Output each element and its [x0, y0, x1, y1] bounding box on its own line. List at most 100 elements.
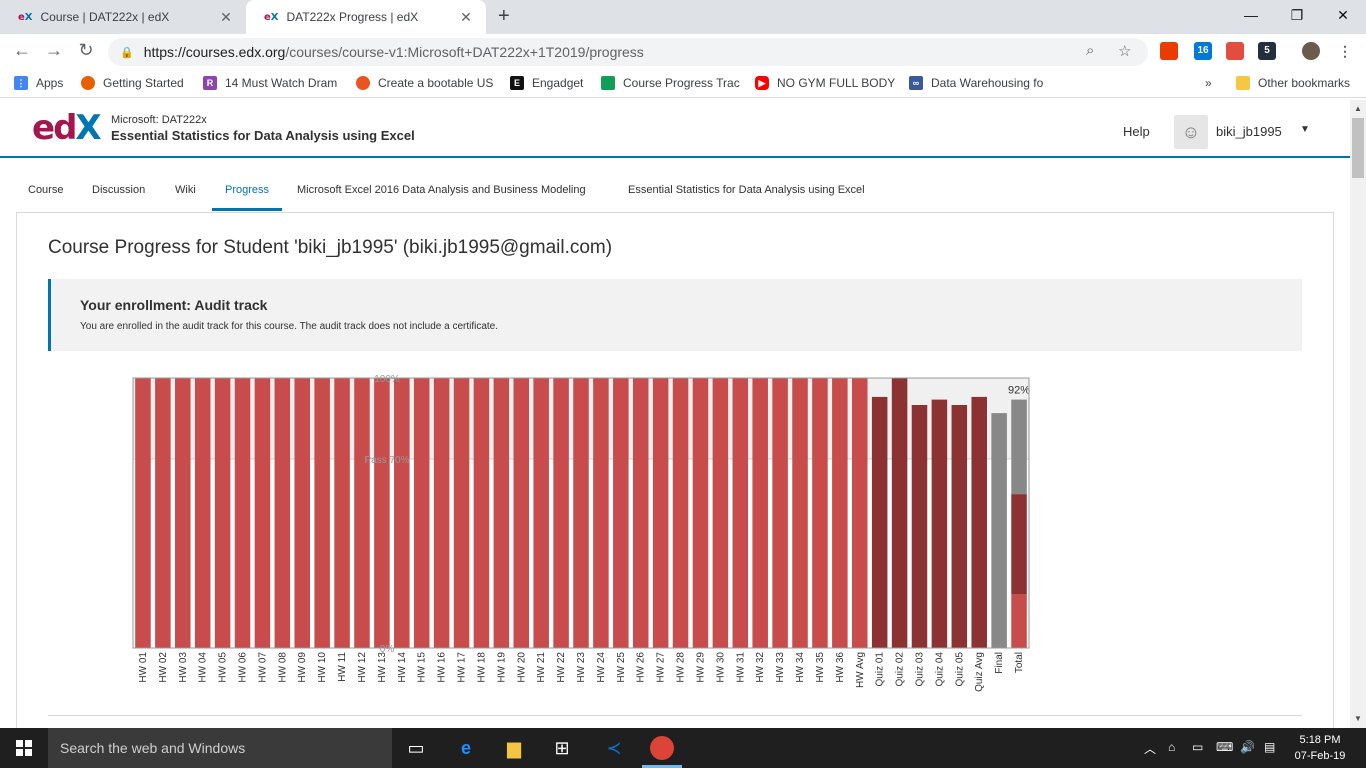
- tab-title: Course | DAT222x | edX: [40, 10, 170, 24]
- minimize-icon[interactable]: —: [1228, 0, 1274, 30]
- bar-hw: [354, 378, 370, 648]
- x-tick-label: HW 26: [636, 652, 647, 683]
- tab-progress[interactable]: Progress: [212, 172, 282, 211]
- bar-hw: [513, 378, 530, 648]
- bookmark-course-progress[interactable]: Course Progress Trac: [601, 76, 740, 90]
- notification-icon[interactable]: ▤: [1264, 740, 1275, 754]
- browser-tab-course[interactable]: eX Course | DAT222x | edX ✕: [0, 0, 246, 34]
- bookmark-label: 14 Must Watch Dram: [225, 76, 338, 90]
- tab-course[interactable]: Course: [28, 172, 63, 211]
- total-bar-segment: [1011, 399, 1027, 495]
- tray-chevron-icon[interactable]: ︿: [1144, 740, 1156, 757]
- back-arrow-icon[interactable]: ←: [10, 40, 34, 61]
- bar-hw: [772, 378, 788, 648]
- bar-hw: [394, 378, 410, 648]
- grade-chart: HW 01 HW 02 HW 03 HW 04 HW 05 HW 06 HW 07 HW 08…: [17, 363, 1117, 703]
- close-window-icon[interactable]: ✕: [1320, 0, 1366, 30]
- bookmark-engadget[interactable]: E Engadget: [510, 76, 583, 90]
- extension-p-icon[interactable]: 16: [1194, 42, 1212, 60]
- bar-hw: [692, 378, 709, 648]
- x-tick-label: HW 12: [357, 652, 368, 683]
- user-name[interactable]: biki_jb1995: [1216, 124, 1282, 139]
- tab-close-icon[interactable]: ✕: [458, 9, 474, 26]
- bookmark-apps[interactable]: ⋮ Apps: [14, 76, 63, 90]
- reload-icon[interactable]: ↻: [74, 40, 98, 61]
- windows-start-icon[interactable]: [0, 728, 48, 768]
- scroll-down-icon[interactable]: ▼: [1350, 714, 1366, 723]
- chevron-down-icon[interactable]: ▼: [1300, 124, 1310, 135]
- network-icon[interactable]: ⌂: [1168, 740, 1175, 754]
- chrome-icon[interactable]: [650, 736, 674, 760]
- amazon-icon[interactable]: 5: [1258, 42, 1276, 60]
- bar-hw: [155, 378, 171, 648]
- restore-icon[interactable]: ❐: [1274, 0, 1320, 30]
- forward-arrow-icon[interactable]: →: [42, 40, 66, 61]
- edx-favicon-icon: eX: [18, 11, 33, 23]
- bookmark-data-warehousing[interactable]: ∞ Data Warehousing fo: [909, 76, 1043, 90]
- edx-logo[interactable]: edX: [32, 110, 102, 146]
- profile-avatar-icon[interactable]: [1302, 42, 1320, 60]
- bar-hw: [413, 378, 430, 648]
- browser-tab-progress[interactable]: eX DAT222x Progress | edX ✕: [246, 0, 486, 34]
- edge-icon[interactable]: e: [454, 736, 478, 760]
- bookmark-bootable-usb[interactable]: Create a bootable US: [356, 76, 493, 90]
- x-tick-label: HW 19: [496, 652, 507, 683]
- pdf-icon[interactable]: [1226, 42, 1244, 60]
- battery-icon[interactable]: ▭: [1192, 740, 1203, 754]
- bookmark-label: Other bookmarks: [1258, 76, 1351, 90]
- office-icon[interactable]: [1160, 42, 1178, 60]
- bookmark-label: Course Progress Trac: [623, 76, 740, 90]
- bookmark-getting-started[interactable]: Getting Started: [81, 76, 184, 90]
- scroll-up-icon[interactable]: ▲: [1350, 104, 1366, 113]
- new-tab-plus-icon[interactable]: +: [498, 5, 510, 28]
- x-tick-label: HW 06: [238, 652, 249, 683]
- x-tick-label: HW 36: [835, 652, 846, 683]
- tab-essential-stats[interactable]: Essential Statistics for Data Analysis u…: [628, 172, 865, 211]
- vscode-icon[interactable]: ≺: [602, 736, 626, 760]
- x-tick-label: HW 07: [257, 652, 268, 683]
- bookmark-star-icon[interactable]: ☆: [1118, 42, 1131, 60]
- x-tick-label: HW 09: [297, 652, 308, 683]
- keyboard-icon[interactable]: ⌨: [1216, 740, 1233, 754]
- address-bar[interactable]: 🔒 https://courses.edx.org/courses/course…: [108, 38, 1148, 66]
- taskbar-search[interactable]: Search the web and Windows: [48, 728, 392, 768]
- x-tick-label: HW 27: [656, 652, 667, 683]
- taskbar-clock[interactable]: 5:18 PM 07-Feb-19: [1290, 732, 1350, 764]
- x-tick-label: Quiz 04: [934, 652, 945, 687]
- help-link[interactable]: Help: [1123, 124, 1150, 139]
- user-avatar[interactable]: ☺: [1174, 115, 1208, 149]
- task-view-icon[interactable]: ▭: [404, 736, 428, 760]
- bar-hw: [533, 378, 549, 648]
- bar-hw: [314, 378, 330, 648]
- tab-close-icon[interactable]: ✕: [218, 9, 234, 26]
- divider: [48, 715, 1302, 716]
- bar-hw: [593, 378, 609, 648]
- file-explorer-icon[interactable]: ▆: [502, 736, 526, 760]
- enrollment-banner: Your enrollment: Audit track You are enr…: [48, 279, 1302, 351]
- x-tick-label: HW 14: [397, 652, 408, 683]
- bookmark-label: Engadget: [532, 76, 584, 90]
- bar-quiz: [911, 405, 928, 648]
- tab-discussion[interactable]: Discussion: [92, 172, 145, 211]
- bar-hw: [851, 378, 868, 648]
- x-tick-label: HW 34: [795, 652, 806, 683]
- store-icon[interactable]: ⊞: [550, 736, 574, 760]
- bar-hw: [613, 378, 629, 648]
- tab-excel-2016[interactable]: Microsoft Excel 2016 Data Analysis and B…: [297, 172, 586, 211]
- bar-hw: [374, 378, 390, 648]
- page-scrollbar[interactable]: ▲ ▼: [1350, 100, 1366, 728]
- bookmarks-overflow-icon[interactable]: »: [1205, 76, 1212, 90]
- bookmark-must-watch[interactable]: R 14 Must Watch Dram: [203, 76, 337, 90]
- bookmark-no-gym[interactable]: ▶ NO GYM FULL BODY: [755, 76, 895, 90]
- apps-grid-icon: ⋮: [14, 76, 28, 90]
- zoom-search-icon[interactable]: ⌕: [1086, 42, 1094, 59]
- firefox-icon: [81, 76, 95, 90]
- tab-wiki[interactable]: Wiki: [175, 172, 196, 211]
- menu-kebab-icon[interactable]: ⋮: [1336, 42, 1354, 60]
- engadget-icon: E: [510, 76, 524, 90]
- course-name: Essential Statistics for Data Analysis u…: [111, 128, 415, 143]
- volume-icon[interactable]: 🔊: [1240, 740, 1255, 754]
- bookmark-other[interactable]: Other bookmarks: [1236, 76, 1350, 90]
- scroll-thumb[interactable]: [1352, 118, 1364, 178]
- edx-favicon-icon: eX: [264, 11, 279, 23]
